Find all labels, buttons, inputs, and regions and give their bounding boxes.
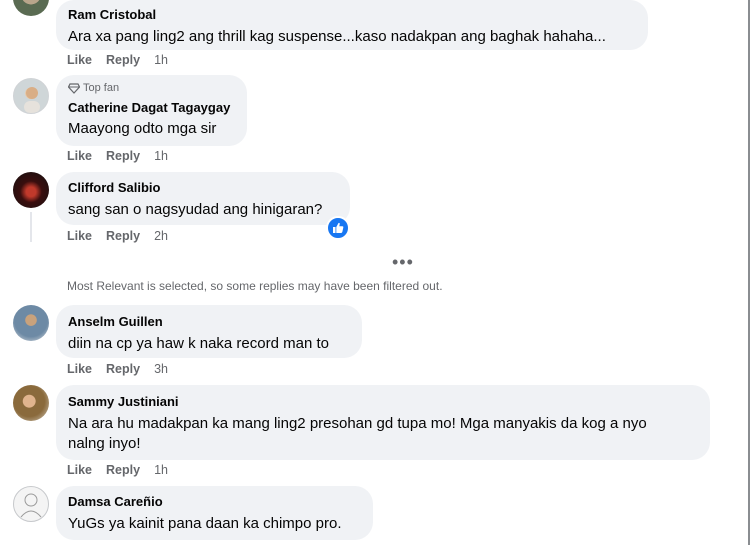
comment-text: sang san o nagsyudad ang hinigaran?	[68, 201, 323, 218]
comment-timestamp[interactable]: 2h	[154, 229, 168, 243]
avatar[interactable]	[13, 172, 49, 208]
comment-text: Maayong odto mga sir	[68, 120, 217, 137]
like-button[interactable]: Like	[67, 53, 92, 67]
like-button[interactable]: Like	[67, 463, 92, 477]
comment-actions: Like Reply 3h	[67, 362, 168, 376]
comment-timestamp[interactable]: 3h	[154, 362, 168, 376]
reply-button[interactable]: Reply	[106, 53, 140, 67]
comment-bubble: Sammy Justiniani Na ara hu madakpan ka m…	[56, 385, 710, 460]
comment-timestamp[interactable]: 1h	[154, 53, 168, 67]
comment-author[interactable]: Sammy Justiniani	[68, 393, 698, 410]
comment-actions: Like Reply 2h	[67, 229, 168, 243]
top-fan-label: Top fan	[83, 82, 120, 94]
comment-author[interactable]: Catherine Dagat Tagaygay	[68, 99, 235, 116]
filter-notice: Most Relevant is selected, so some repli…	[67, 279, 443, 293]
comment-actions: Like Reply 1h	[67, 53, 168, 67]
more-options-icon[interactable]: •••	[392, 252, 414, 273]
like-button[interactable]: Like	[67, 149, 92, 163]
comment-bubble: Damsa Careñio YuGs ya kainit pana daan k…	[56, 486, 373, 540]
top-fan-badge: Top fan	[68, 81, 235, 95]
comment-actions: Like Reply 1h	[67, 463, 168, 477]
comment-bubble: Ram Cristobal Ara xa pang ling2 ang thri…	[56, 0, 648, 50]
reply-button[interactable]: Reply	[106, 463, 140, 477]
comment-author[interactable]: Ram Cristobal	[68, 6, 636, 23]
thread-line	[30, 212, 32, 242]
reply-button[interactable]: Reply	[106, 229, 140, 243]
comment-author[interactable]: Damsa Careñio	[68, 493, 361, 510]
comment-text: Na ara hu madakpan ka mang ling2 presoha…	[68, 415, 647, 432]
diamond-icon	[68, 82, 80, 94]
like-reaction-icon[interactable]	[326, 216, 350, 240]
avatar-person-icon	[24, 87, 40, 113]
comment-text: diin na cp ya haw k naka record man to	[68, 335, 329, 352]
reply-button[interactable]: Reply	[106, 362, 140, 376]
comment-bubble: Clifford Salibio sang san o nagsyudad an…	[56, 172, 350, 225]
like-button[interactable]: Like	[67, 229, 92, 243]
avatar[interactable]	[13, 78, 49, 114]
avatar[interactable]	[13, 0, 49, 16]
comment-author[interactable]: Anselm Guillen	[68, 313, 350, 330]
reply-button[interactable]: Reply	[106, 149, 140, 163]
thumbs-up-icon	[333, 222, 344, 233]
avatar[interactable]	[13, 385, 49, 421]
avatar[interactable]	[13, 486, 49, 522]
comment-text-line: nalng inyo!	[68, 435, 141, 452]
comment-bubble: Anselm Guillen diin na cp ya haw k naka …	[56, 305, 362, 358]
comment-timestamp[interactable]: 1h	[154, 463, 168, 477]
avatar-sketch-icon	[20, 493, 42, 518]
avatar[interactable]	[13, 305, 49, 341]
comment-text: Ara xa pang ling2 ang thrill kag suspens…	[68, 28, 606, 45]
like-button[interactable]: Like	[67, 362, 92, 376]
comment-timestamp[interactable]: 1h	[154, 149, 168, 163]
comment-author[interactable]: Clifford Salibio	[68, 179, 338, 196]
comment-bubble: Top fan Catherine Dagat Tagaygay Maayong…	[56, 75, 247, 146]
comment-actions: Like Reply 1h	[67, 149, 168, 163]
comment-text: YuGs ya kainit pana daan ka chimpo pro.	[68, 515, 342, 532]
